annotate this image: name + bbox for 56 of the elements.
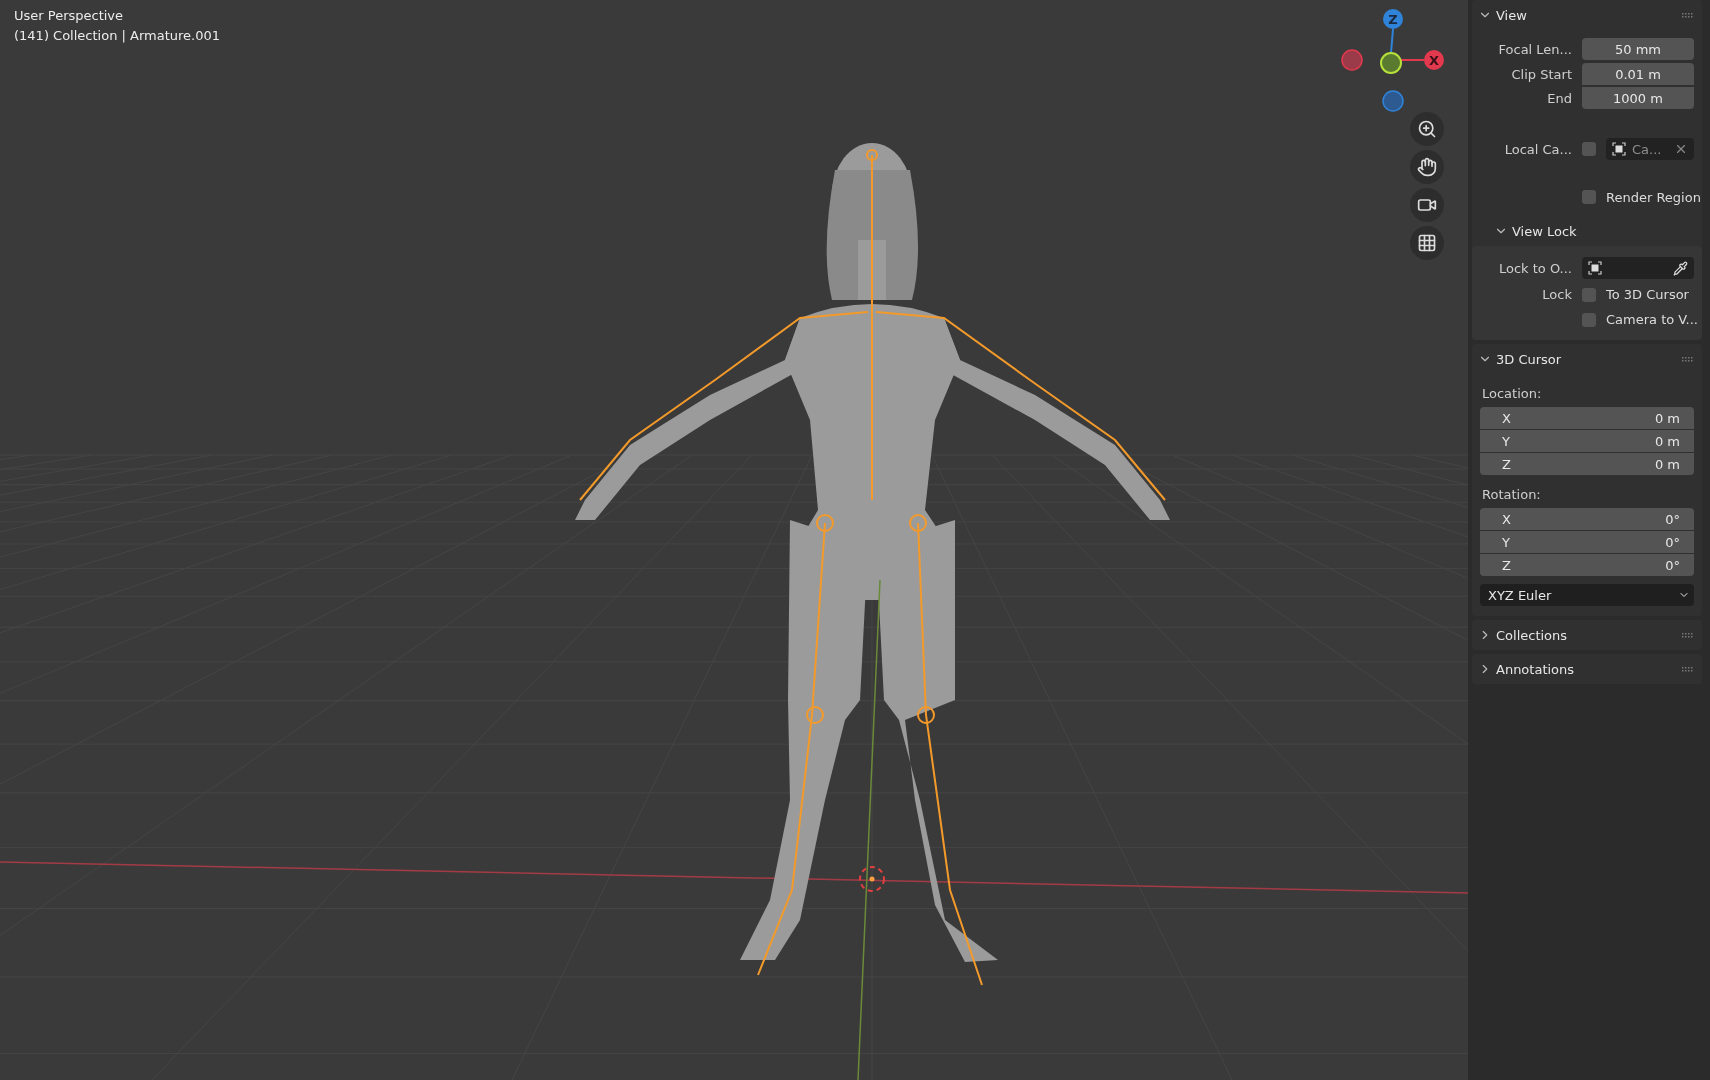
field-label: End (1546, 90, 1572, 106)
drag-handle-icon[interactable] (1682, 632, 1694, 638)
checkbox-label: Render Region (1606, 189, 1701, 205)
vector-field[interactable]: Z 0° (1480, 554, 1694, 576)
3d-cursor-icon (859, 866, 885, 892)
subpanel-header[interactable]: View Lock (1472, 216, 1702, 246)
axis-handle[interactable]: X (1424, 50, 1444, 70)
section-label: Rotation: (1481, 486, 1542, 504)
clear-icon[interactable] (1674, 142, 1688, 156)
vector-field[interactable]: Y 0° (1480, 531, 1694, 553)
field-label: Clip Start (1510, 66, 1572, 82)
number-field[interactable]: 50 mm (1582, 38, 1694, 60)
field-label: Lock to O... (1497, 260, 1572, 276)
checkbox[interactable] (1582, 312, 1596, 327)
checkbox[interactable] (1582, 287, 1596, 302)
vector-field[interactable]: Z 0 m (1480, 453, 1694, 475)
section-label: Location: (1481, 385, 1543, 403)
panel-header[interactable]: Annotations (1472, 654, 1702, 684)
object-icon (1588, 261, 1602, 275)
object-field[interactable] (1582, 257, 1694, 279)
zoom-button[interactable] (1410, 112, 1444, 146)
drag-handle-icon[interactable] (1682, 666, 1694, 672)
number-field[interactable]: 1000 m (1582, 87, 1694, 109)
grid-icon (1417, 233, 1437, 253)
axis-line (1390, 28, 1394, 54)
field-label: Focal Len... (1497, 41, 1572, 57)
axis-handle[interactable] (1341, 49, 1363, 71)
object-icon (1612, 142, 1626, 156)
panel-header[interactable]: View (1472, 0, 1702, 30)
axis-handle[interactable] (1382, 90, 1404, 112)
camera-field[interactable]: Ca... (1606, 138, 1694, 160)
field-label: Local Ca... (1503, 141, 1572, 157)
rotation-mode-dropdown[interactable]: XYZ Euler (1480, 584, 1694, 606)
number-field[interactable]: 0.01 m (1582, 63, 1694, 85)
camera-view-button[interactable] (1410, 188, 1444, 222)
panel-header[interactable]: 3D Cursor (1472, 344, 1702, 374)
pan-button[interactable] (1410, 150, 1444, 184)
zoom-icon (1417, 119, 1437, 139)
vector-field[interactable]: X 0° (1480, 508, 1694, 530)
vector-field[interactable]: X 0 m (1480, 407, 1694, 429)
grid-view-button[interactable] (1410, 226, 1444, 260)
panel-header[interactable]: Collections (1472, 620, 1702, 650)
axis-line (1400, 59, 1425, 61)
drag-handle-icon[interactable] (1682, 356, 1694, 362)
field-label: Lock (1541, 287, 1572, 302)
hand-icon (1417, 157, 1437, 177)
vector-field[interactable]: Y 0 m (1480, 430, 1694, 452)
checkbox[interactable] (1582, 190, 1596, 204)
eyedropper-icon[interactable] (1673, 260, 1688, 276)
checkbox-label: Camera to V... (1606, 312, 1698, 327)
scene-context: (141) Collection | Armature.001 (14, 28, 220, 43)
axis-handle[interactable]: Z (1383, 9, 1403, 29)
checkbox[interactable] (1582, 142, 1596, 156)
view-name: User Perspective (14, 8, 125, 23)
drag-handle-icon[interactable] (1682, 12, 1694, 18)
checkbox-label: To 3D Cursor (1606, 287, 1689, 302)
